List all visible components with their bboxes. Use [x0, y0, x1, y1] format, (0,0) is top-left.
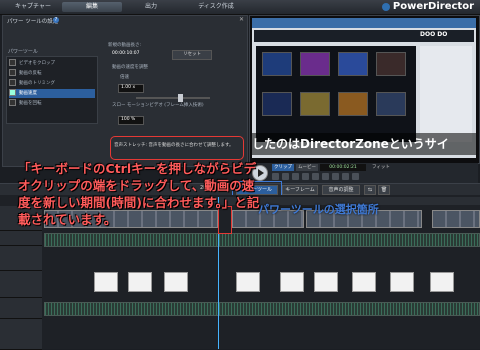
tool-label: ビデオをクロップ	[19, 61, 55, 66]
image-clip[interactable]	[236, 272, 260, 292]
thumbnail	[262, 52, 292, 76]
image-clip[interactable]	[164, 272, 188, 292]
tool-label: 動画を回転	[19, 101, 42, 106]
fullscreen-icon[interactable]	[342, 173, 349, 180]
speed-field[interactable]: 1.00 x	[118, 84, 144, 93]
reset-button[interactable]: リセット	[172, 50, 212, 60]
3d-icon[interactable]	[352, 173, 359, 180]
track-header-pip	[0, 271, 42, 298]
tab-capture[interactable]: キャプチャー	[8, 2, 58, 12]
speed-label: 倍速	[120, 75, 129, 80]
thumbnail	[338, 92, 368, 116]
tool-item-reverse[interactable]: 動画の反転	[9, 69, 95, 78]
tool-label: 動画の反転	[19, 71, 42, 76]
checkbox[interactable]	[9, 99, 16, 106]
snapshot-icon[interactable]	[322, 173, 329, 180]
stretch-option[interactable]: 動画の速度を調整	[112, 64, 148, 70]
tool-item-trim[interactable]: 動画のトリミング	[9, 79, 95, 88]
checkbox[interactable]	[9, 59, 16, 66]
audio-clip-waveform[interactable]	[44, 302, 480, 316]
image-clip[interactable]	[128, 272, 152, 292]
new-duration-label: 新規の動画長さ:	[108, 43, 142, 48]
preview-caption: したのはDirectorZoneというサイ	[252, 133, 476, 155]
stop-icon[interactable]	[272, 173, 279, 180]
video-clip[interactable]	[432, 210, 480, 228]
split-icon[interactable]: ⇆	[364, 185, 376, 195]
close-icon[interactable]: ✕	[239, 16, 244, 23]
image-clip[interactable]	[314, 272, 338, 292]
highlight-box-red	[110, 136, 244, 160]
track-header-effects	[0, 246, 42, 271]
clip-mode-tab[interactable]: クリップ	[272, 164, 294, 171]
tool-item-crop[interactable]: ビデオをクロップ	[9, 59, 95, 68]
audio-adjust-button[interactable]: 音声の調整	[322, 185, 360, 195]
image-clip[interactable]	[390, 272, 414, 292]
preview-browser-bar	[252, 18, 476, 28]
thumbnail	[300, 52, 330, 76]
tab-produce[interactable]: 出力	[126, 2, 176, 12]
movie-mode-tab[interactable]: ムービー	[296, 164, 318, 171]
thumbnail	[300, 92, 330, 116]
thumbnail	[338, 52, 368, 76]
trash-icon[interactable]: 🗑	[378, 185, 390, 195]
next-frame-icon[interactable]	[292, 173, 299, 180]
fast-forward-icon[interactable]	[302, 173, 309, 180]
zoom-fit-select[interactable]: フィット	[372, 164, 390, 170]
thumbnail	[376, 52, 406, 76]
tool-list: ビデオをクロップ 動画の反転 動画のトリミング 動画速度 動画を回転	[6, 56, 98, 124]
speed-slider-handle[interactable]	[178, 94, 183, 102]
keyframe-button[interactable]: キーフレーム	[282, 185, 318, 195]
app-logo-icon	[382, 3, 390, 11]
percent-field[interactable]: 100 %	[118, 116, 144, 125]
tool-label: 動画速度	[19, 91, 37, 96]
checkbox[interactable]	[9, 79, 16, 86]
annotation-blue-note: パワーツールの選択箇所	[258, 203, 379, 216]
track-header-audio2	[0, 298, 42, 319]
image-clip[interactable]	[280, 272, 304, 292]
app-brand: PowerDirector	[392, 1, 474, 12]
checkbox[interactable]	[9, 89, 16, 96]
tool-item-rotate[interactable]: 動画を回転	[9, 99, 95, 108]
track-header-audio	[0, 231, 42, 246]
prev-frame-icon[interactable]	[282, 173, 289, 180]
image-clip[interactable]	[94, 272, 118, 292]
undock-icon[interactable]	[332, 173, 339, 180]
annotation-red-note: 「キーボードのCtrlキーを押しながらビデオクリップの端をドラッグして、動画の速…	[18, 161, 260, 227]
new-duration-field[interactable]: 00:00:10:07	[112, 51, 139, 56]
thumbnail	[262, 92, 292, 116]
thumbnail	[376, 92, 406, 116]
image-clip[interactable]	[352, 272, 376, 292]
panel-title: パワー ツールの設定	[7, 19, 59, 25]
audio-clip-waveform[interactable]	[44, 233, 480, 247]
tool-label: 動画のトリミング	[19, 81, 55, 86]
volume-icon[interactable]	[312, 173, 319, 180]
tool-item-speed[interactable]: 動画速度	[9, 89, 95, 98]
image-clip[interactable]	[430, 272, 454, 292]
speed-slider[interactable]	[136, 97, 210, 99]
checkbox[interactable]	[9, 69, 16, 76]
preview-site-logo: DOO DO	[420, 31, 448, 38]
slow-motion-option[interactable]: スロー モーションビデオ (フレーム挿入技術)	[112, 102, 204, 108]
preview-thumbnail-grid	[256, 46, 416, 142]
tool-list-header: パワーツール	[8, 49, 38, 55]
help-icon[interactable]: ?	[53, 17, 59, 23]
preview-side-list	[420, 46, 472, 142]
tab-edit[interactable]: 編集	[62, 2, 122, 12]
tab-disc[interactable]: ディスク作成	[186, 2, 246, 12]
track-header-music	[0, 319, 42, 350]
timecode-display[interactable]: 00:00:02:21	[320, 164, 366, 171]
